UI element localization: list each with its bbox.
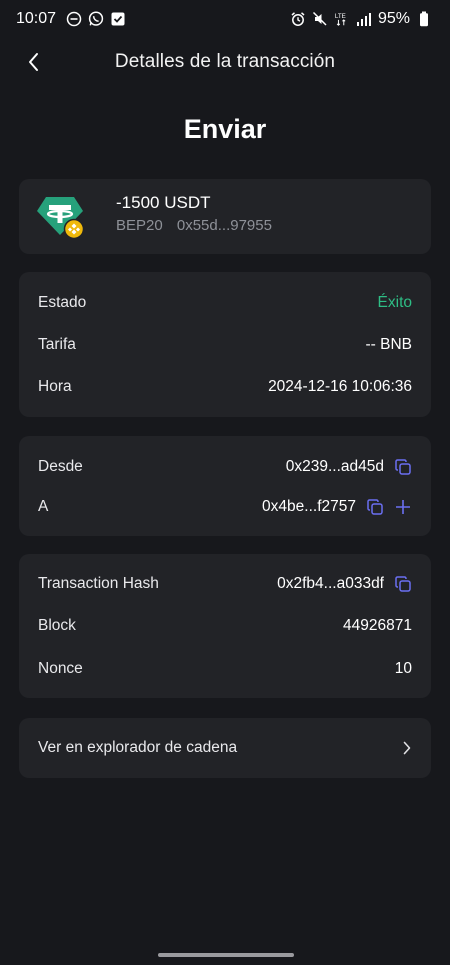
status-label: Estado	[38, 294, 87, 311]
svg-text:LTE: LTE	[335, 13, 346, 20]
status-bar: 10:07 LTE 95%	[0, 0, 450, 38]
to-label: A	[38, 498, 49, 515]
back-button[interactable]	[20, 48, 48, 76]
signal-icon	[356, 11, 372, 27]
tx-hash-label: Transaction Hash	[38, 575, 159, 592]
token-network: BEP20	[116, 217, 163, 234]
explorer-label: Ver en explorador de cadena	[38, 739, 238, 756]
to-value-group: 0x4be...f2757	[262, 498, 412, 516]
token-contract-address: 0x55d...97955	[176, 217, 272, 234]
tx-hash-value-group: 0x2fb4...a033df	[277, 575, 412, 593]
address-card: Desde 0x239...ad45d A 0x4be...f2757	[19, 436, 431, 536]
block-value: 44926871	[343, 617, 412, 634]
mute-icon	[312, 11, 328, 27]
to-address: 0x4be...f2757	[262, 498, 356, 515]
hash-card: Transaction Hash 0x2fb4...a033df Block 4…	[19, 554, 431, 698]
copy-icon[interactable]	[394, 575, 412, 593]
add-contact-icon[interactable]	[394, 498, 412, 516]
from-value-group: 0x239...ad45d	[286, 458, 412, 476]
chevron-left-icon	[29, 53, 38, 71]
from-row: Desde 0x239...ad45d	[19, 446, 431, 488]
status-time: 10:07	[16, 10, 57, 27]
home-indicator[interactable]	[158, 953, 294, 957]
fee-row: Tarifa -- BNB	[19, 324, 431, 366]
tx-hash-value: 0x2fb4...a033df	[277, 575, 384, 592]
nonce-label: Nonce	[38, 660, 83, 677]
to-row: A 0x4be...f2757	[19, 486, 431, 528]
token-card: -1500 USDT BEP20 0x55d...97955	[19, 179, 431, 254]
nonce-row: Nonce 10	[19, 648, 431, 690]
view-in-explorer-button[interactable]: Ver en explorador de cadena	[19, 718, 431, 778]
chevron-right-icon	[402, 740, 412, 756]
status-value: Éxito	[377, 294, 412, 311]
from-address: 0x239...ad45d	[285, 458, 384, 475]
tether-bnb-icon	[37, 195, 87, 240]
battery-percent: 95%	[377, 10, 410, 27]
header-title: Detalles de la transacción	[114, 51, 336, 72]
time-row: Hora 2024-12-16 10:06:36	[19, 366, 431, 408]
time-label: Hora	[38, 378, 72, 395]
from-label: Desde	[38, 458, 83, 475]
status-row: Estado Éxito	[19, 282, 431, 324]
whatsapp-icon	[88, 11, 104, 27]
nonce-value: 10	[394, 660, 412, 677]
fee-value: -- BNB	[365, 336, 413, 353]
screen: 10:07 LTE 95% Detalles de la transacción…	[0, 0, 450, 965]
token-amount: -1500 USDT	[116, 193, 211, 212]
token-subtitle: BEP20 0x55d...97955	[116, 217, 272, 234]
status-card: Estado Éxito Tarifa -- BNB Hora 2024-12-…	[19, 272, 431, 417]
battery-icon	[416, 11, 432, 27]
dnd-icon	[66, 11, 82, 27]
explorer-row: Ver en explorador de cadena	[19, 727, 431, 769]
header: Detalles de la transacción	[0, 42, 450, 82]
time-value: 2024-12-16 10:06:36	[268, 378, 412, 395]
check-square-icon	[110, 11, 126, 27]
block-label: Block	[38, 617, 76, 634]
tx-hash-row: Transaction Hash 0x2fb4...a033df	[19, 563, 431, 605]
lte-icon: LTE	[334, 11, 350, 27]
alarm-icon	[290, 11, 306, 27]
fee-label: Tarifa	[38, 336, 76, 353]
block-row: Block 44926871	[19, 605, 431, 647]
copy-icon[interactable]	[366, 498, 384, 516]
copy-icon[interactable]	[394, 458, 412, 476]
page-title: Enviar	[183, 114, 267, 144]
